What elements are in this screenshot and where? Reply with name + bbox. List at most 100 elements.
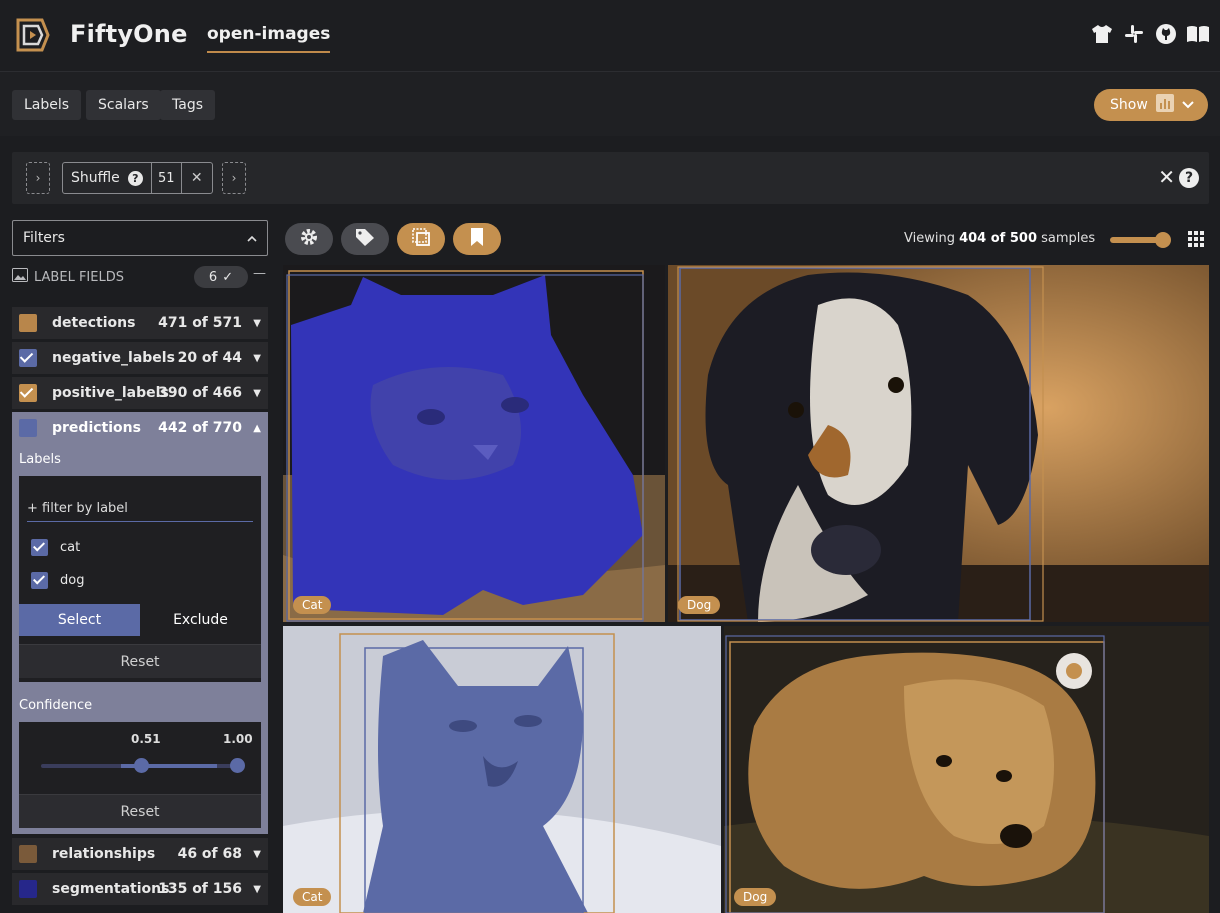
sample-tile[interactable]: Dog — [668, 265, 1209, 622]
collapse-section-icon[interactable]: — — [253, 266, 266, 281]
tab-labels[interactable]: Labels — [12, 90, 82, 120]
field-row-segmentations[interactable]: segmentations 135 of 156 ▼ — [12, 873, 268, 905]
add-stage-left-button[interactable]: › — [26, 162, 50, 194]
field-checkbox[interactable] — [19, 880, 37, 898]
field-count: 20 of 44 — [177, 350, 242, 366]
sample-image — [724, 626, 1209, 913]
field-name: segmentations — [52, 881, 170, 897]
label-checkbox[interactable] — [31, 571, 48, 589]
field-name: predictions — [52, 420, 141, 436]
expand-caret-icon[interactable]: ▼ — [253, 388, 261, 399]
labels-reset-button[interactable]: Reset — [19, 644, 261, 678]
label-fields-count-toggle[interactable]: 6 ✓ — [194, 266, 248, 288]
book-icon[interactable] — [1186, 22, 1210, 46]
expand-caret-icon[interactable]: ▼ — [253, 353, 261, 364]
remove-stage-button[interactable]: ✕ — [182, 163, 212, 193]
stage-seed-value[interactable]: 51 — [152, 163, 182, 193]
field-checkbox[interactable] — [19, 419, 37, 437]
app-header: FiftyOne open-images — [0, 0, 1220, 72]
expand-caret-icon[interactable]: ▼ — [253, 849, 261, 860]
slack-icon[interactable] — [1122, 22, 1146, 46]
expand-caret-icon[interactable]: ▼ — [253, 884, 261, 895]
label-checkbox[interactable] — [31, 538, 48, 556]
field-count: 442 of 770 — [158, 420, 242, 436]
dataset-selector[interactable]: open-images — [207, 24, 331, 53]
viewing-number: 404 of 500 — [959, 231, 1038, 246]
field-count: 390 of 466 — [158, 385, 242, 401]
tab-scalars[interactable]: Scalars — [86, 90, 161, 120]
confidence-max-handle[interactable] — [230, 758, 245, 773]
field-row-predictions[interactable]: predictions 442 of 770 ▲ — [12, 412, 268, 444]
confidence-max-value: 1.00 — [223, 732, 253, 746]
grid-layout-icon[interactable] — [1188, 231, 1204, 247]
sample-image — [283, 626, 721, 913]
filters-dropdown[interactable]: Filters — [12, 220, 268, 256]
github-icon[interactable] — [1154, 22, 1178, 46]
viewing-suffix: samples — [1041, 231, 1096, 246]
exclude-button[interactable]: Exclude — [140, 604, 261, 636]
label-fields-title: LABEL FIELDS — [34, 269, 124, 285]
show-button[interactable]: Show — [1094, 89, 1208, 121]
label-fields-header: LABEL FIELDS 6 ✓ — — [12, 266, 268, 288]
tab-tags[interactable]: Tags — [160, 90, 215, 120]
save-view-button[interactable] — [453, 223, 501, 255]
filter-by-label-input[interactable]: + filter by label — [27, 496, 253, 522]
field-checkbox[interactable] — [19, 314, 37, 332]
sample-tile[interactable]: Dog — [724, 626, 1209, 913]
collapse-caret-icon[interactable]: ▲ — [253, 423, 261, 434]
selection-icon — [411, 227, 431, 251]
field-row-negative-labels[interactable]: negative_labels 20 of 44 ▼ — [12, 342, 268, 374]
select-button[interactable]: Select — [19, 604, 140, 636]
confidence-section-title: Confidence — [19, 698, 93, 713]
sample-label-tag: Cat — [293, 888, 332, 906]
field-checkbox[interactable] — [19, 384, 37, 402]
confidence-min-value: 0.51 — [131, 732, 161, 746]
viewing-prefix: Viewing — [904, 231, 955, 246]
sample-label-tag: Dog — [678, 596, 721, 614]
tag-button[interactable] — [341, 223, 389, 255]
predictions-filter-panel: predictions 442 of 770 ▲ Labels + filter… — [12, 412, 268, 834]
label-option-dog[interactable]: dog — [31, 570, 84, 590]
field-row-detections[interactable]: detections 471 of 571 ▼ — [12, 307, 268, 339]
sidebar: Filters LABEL FIELDS 6 ✓ — detections 47… — [12, 220, 268, 913]
bookmark-icon — [469, 227, 485, 251]
show-button-label: Show — [1110, 97, 1148, 113]
field-row-positive-labels[interactable]: positive_labels 390 of 466 ▼ — [12, 377, 268, 409]
header-icons — [1090, 22, 1210, 46]
field-row-relationships[interactable]: relationships 46 of 68 ▼ — [12, 838, 268, 870]
confidence-reset-button[interactable]: Reset — [19, 794, 261, 828]
select-samples-button[interactable] — [397, 223, 445, 255]
clear-view-button[interactable]: ✕ — [1158, 166, 1175, 188]
chevron-down-icon — [1182, 97, 1194, 113]
view-stage-shuffle[interactable]: Shuffle ? 51 ✕ — [62, 162, 213, 194]
sample-label-tag: Cat — [293, 596, 332, 614]
field-count: 46 of 68 — [177, 846, 242, 862]
select-exclude-toggle: Select Exclude — [19, 604, 261, 636]
sample-tile[interactable]: Cat — [283, 626, 721, 913]
view-help-icon[interactable]: ? — [1179, 168, 1199, 188]
field-checkbox[interactable] — [19, 349, 37, 367]
label-option-text: dog — [60, 572, 85, 588]
settings-button[interactable] — [285, 223, 333, 255]
label-filter-card: + filter by label cat dog Select Exclude… — [19, 476, 261, 682]
sample-image — [283, 265, 665, 622]
expand-caret-icon[interactable]: ▼ — [253, 318, 261, 329]
grid-zoom-handle[interactable] — [1155, 232, 1171, 248]
field-checkbox[interactable] — [19, 845, 37, 863]
label-option-text: cat — [60, 539, 81, 555]
app-title[interactable]: FiftyOne — [70, 20, 188, 48]
sample-tile[interactable]: Cat — [283, 265, 665, 622]
confidence-min-handle[interactable] — [134, 758, 149, 773]
add-stage-right-button[interactable]: › — [222, 162, 246, 194]
view-bar: › Shuffle ? 51 ✕ › ✕ ? — [12, 152, 1209, 204]
stage-name-label: Shuffle — [71, 170, 120, 186]
fiftyone-logo-icon[interactable] — [12, 14, 54, 56]
field-name: detections — [52, 315, 136, 331]
help-icon[interactable]: ? — [127, 170, 143, 186]
field-count: 471 of 571 — [158, 315, 242, 331]
chevron-up-icon — [247, 221, 257, 255]
label-option-cat[interactable]: cat — [31, 537, 80, 557]
shirt-icon[interactable] — [1090, 22, 1114, 46]
viewing-count: Viewing 404 of 500 samples — [904, 231, 1095, 246]
stage-name[interactable]: Shuffle ? — [63, 163, 152, 193]
